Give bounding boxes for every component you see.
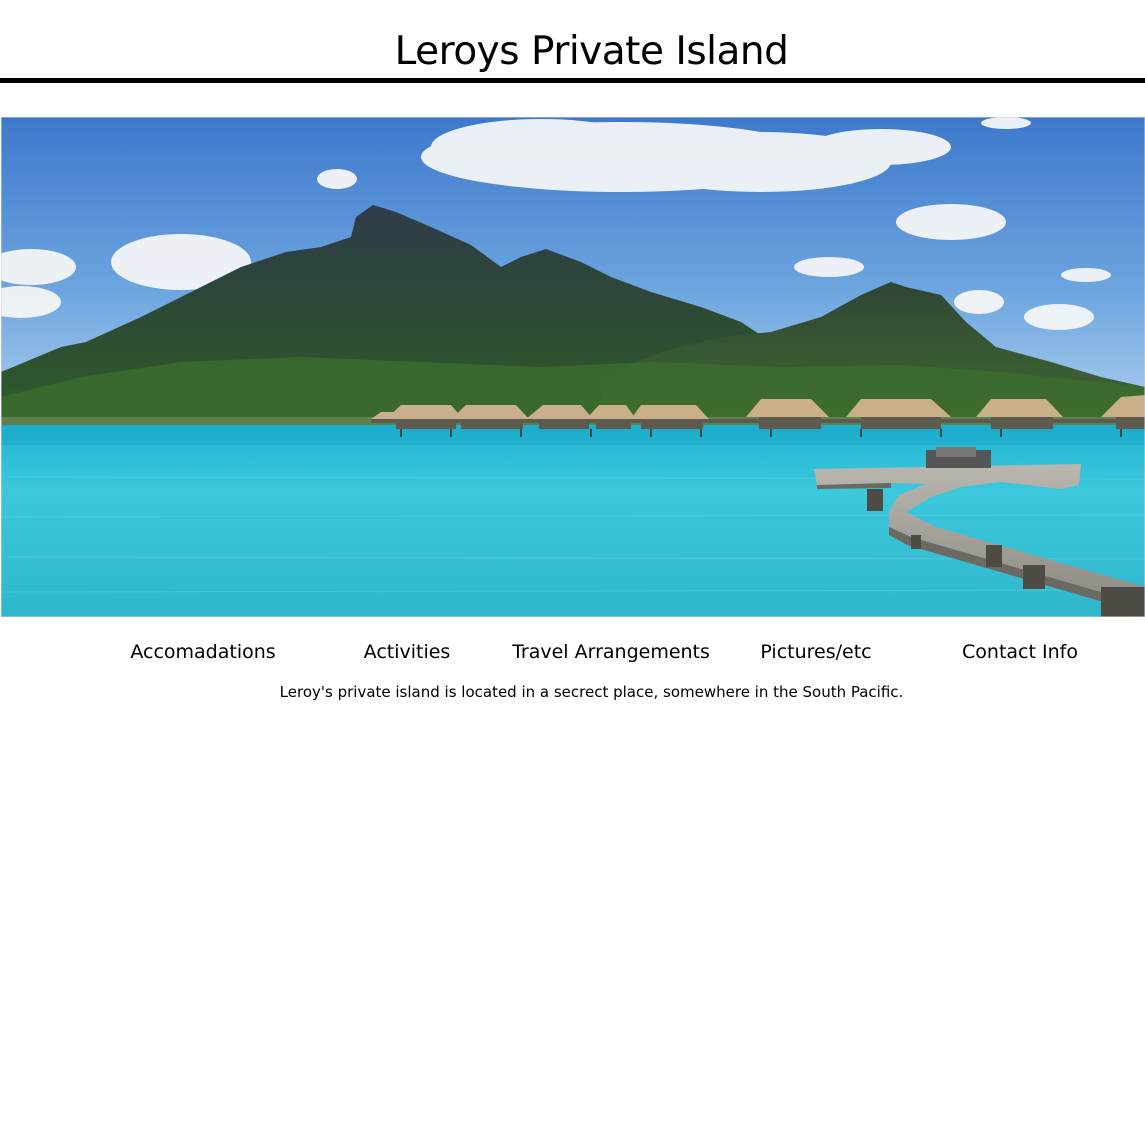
nav-item-travel-arrangements[interactable]: Travel Arrangements bbox=[509, 636, 713, 668]
page: Leroys Private Island Accomadations Acti… bbox=[0, 0, 1145, 1145]
title-divider bbox=[0, 78, 1145, 83]
nav-item-accomadations[interactable]: Accomadations bbox=[101, 636, 305, 668]
intro-text: Leroy's private island is located in a s… bbox=[279, 683, 904, 701]
nav-item-contact-info[interactable]: Contact Info bbox=[918, 636, 1122, 668]
nav-item-activities[interactable]: Activities bbox=[305, 636, 509, 668]
hero-image bbox=[1, 117, 1145, 617]
page-title: Leroys Private Island bbox=[394, 29, 789, 74]
main-nav: Accomadations Activities Travel Arrangem… bbox=[0, 636, 1145, 668]
nav-item-pictures-etc[interactable]: Pictures/etc bbox=[714, 636, 918, 668]
